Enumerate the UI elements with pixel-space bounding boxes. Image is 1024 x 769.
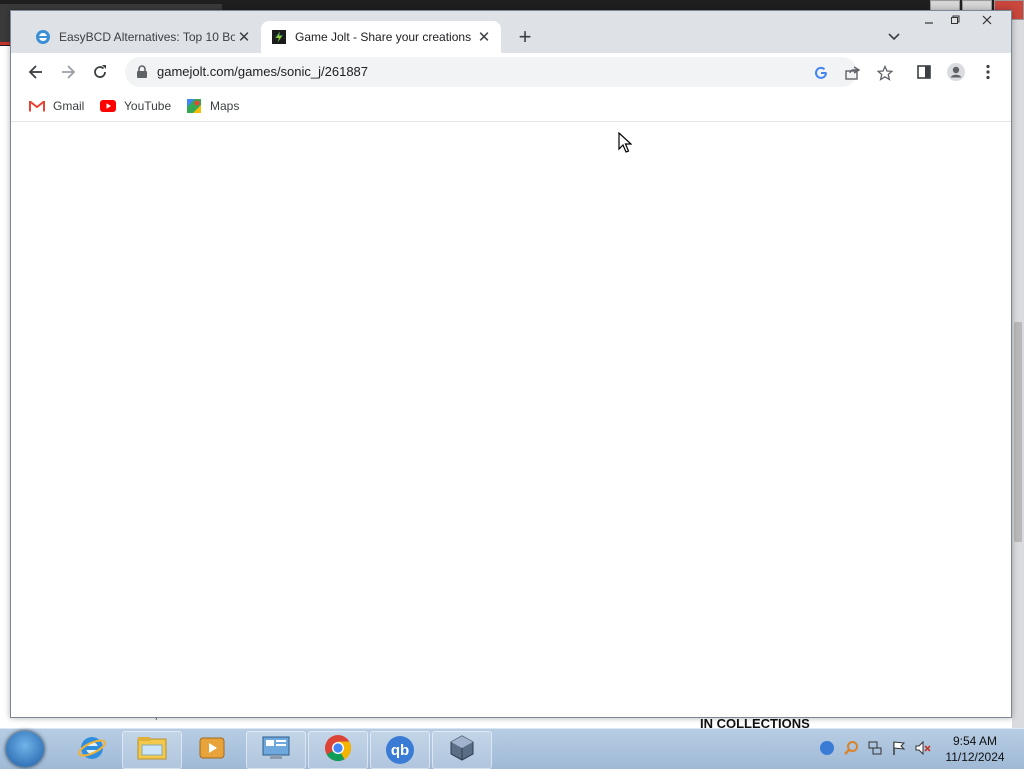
share-icon[interactable]	[843, 63, 863, 83]
qbittorrent-icon: qb	[386, 736, 414, 764]
close-window-button[interactable]	[975, 11, 999, 29]
reload-button[interactable]	[87, 59, 113, 85]
kebab-menu-icon[interactable]	[975, 59, 1001, 85]
bookmark-gmail[interactable]: Gmail	[29, 97, 84, 115]
gmail-icon	[29, 98, 45, 114]
tab-title: EasyBCD Alternatives: Top 10 Bo	[59, 30, 235, 44]
clock-date: 11/12/2024	[945, 750, 1005, 764]
url-text[interactable]: gamejolt.com/games/sonic_j/261887	[157, 64, 368, 79]
taskbar-media-player[interactable]	[182, 731, 242, 769]
bookmark-youtube[interactable]: YouTube	[100, 97, 171, 115]
tray-volume-muted-icon[interactable]	[914, 739, 932, 757]
tab-gamejolt[interactable]: Game Jolt - Share your creations ✕	[261, 21, 501, 53]
tray-qbittorrent-icon[interactable]	[818, 739, 836, 757]
restore-button[interactable]	[943, 11, 967, 29]
lock-icon[interactable]	[135, 65, 149, 79]
google-lens-icon[interactable]	[811, 63, 831, 83]
control-panel-icon	[260, 734, 292, 767]
page-content[interactable]	[11, 122, 1011, 717]
bookmark-star-icon[interactable]	[875, 63, 895, 83]
browser-toolbar: gamejolt.com/games/sonic_j/261887	[11, 53, 1011, 91]
virtualbox-icon	[448, 734, 476, 767]
bookmark-label: Gmail	[53, 99, 85, 113]
taskbar-control-panel[interactable]	[246, 731, 306, 769]
start-button-windows-icon[interactable]	[6, 731, 44, 767]
ie-e-icon	[35, 29, 51, 45]
internet-explorer-icon	[77, 733, 107, 768]
taskbar-virtualbox[interactable]	[432, 731, 492, 769]
tab-easybcd[interactable]: EasyBCD Alternatives: Top 10 Bo ✕	[25, 21, 261, 53]
bookmark-label: YouTube	[124, 99, 172, 113]
system-clock[interactable]: 9:54 AM 11/12/2024	[940, 733, 1010, 765]
taskbar-qbittorrent[interactable]: qb	[370, 731, 430, 769]
close-icon[interactable]: ✕	[475, 28, 493, 46]
back-button[interactable]	[23, 59, 49, 85]
clock-time: 9:54 AM	[952, 734, 998, 748]
forward-button[interactable]	[55, 59, 81, 85]
profile-avatar-icon[interactable]	[943, 59, 969, 85]
media-player-icon	[198, 735, 226, 766]
address-bar[interactable]: gamejolt.com/games/sonic_j/261887	[125, 57, 893, 87]
mouse-cursor-icon	[618, 131, 633, 154]
minimize-button[interactable]	[917, 11, 941, 29]
chrome-icon	[323, 733, 353, 768]
taskbar-file-explorer[interactable]	[122, 731, 182, 769]
new-tab-button[interactable]: +	[513, 24, 537, 49]
tab-search-chevron-icon[interactable]	[883, 27, 905, 47]
maps-icon	[186, 98, 202, 114]
gamejolt-icon	[271, 29, 287, 45]
side-panel-icon[interactable]	[911, 59, 937, 85]
taskbar: qb 9:54 AM 11/12/2024	[0, 728, 1024, 769]
bookmark-label: Maps	[210, 99, 240, 113]
bookmark-maps[interactable]: Maps	[186, 97, 239, 115]
tray-flag-icon[interactable]	[890, 739, 908, 757]
taskbar-internet-explorer[interactable]	[62, 731, 122, 769]
tray-network-icon[interactable]	[866, 739, 884, 757]
file-explorer-icon	[136, 735, 168, 766]
bookmarks-bar: Gmail YouTube Maps	[11, 91, 1011, 122]
tray-search-icon[interactable]	[842, 739, 860, 757]
chrome-window: EasyBCD Alternatives: Top 10 Bo ✕ Game J…	[10, 10, 1012, 718]
taskbar-chrome[interactable]	[308, 731, 368, 769]
close-icon[interactable]: ✕	[235, 28, 253, 46]
tab-strip: EasyBCD Alternatives: Top 10 Bo ✕ Game J…	[11, 11, 1011, 53]
youtube-icon	[100, 98, 116, 114]
tab-title: Game Jolt - Share your creations	[295, 30, 472, 44]
background-scrollbar-thumb[interactable]	[1014, 322, 1022, 542]
